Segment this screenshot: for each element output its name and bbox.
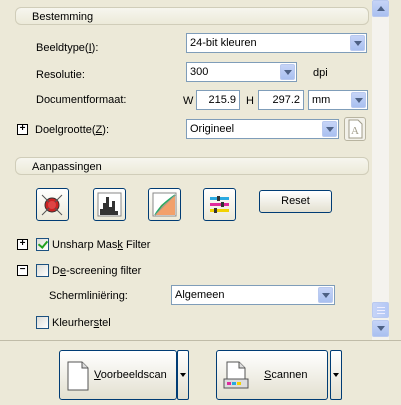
- schermliniering-select[interactable]: Algemeen: [171, 285, 335, 305]
- width-field[interactable]: 215.9: [196, 90, 240, 110]
- height-field[interactable]: 297.2: [258, 90, 304, 110]
- chevron-down-icon[interactable]: [322, 121, 337, 137]
- scroll-thumb[interactable]: [372, 302, 389, 318]
- section-bestemming-label: Bestemming: [32, 11, 94, 23]
- unit-select[interactable]: mm: [308, 90, 368, 110]
- beeldtype-select[interactable]: 24-bit kleuren: [186, 33, 367, 53]
- schermliniering-label: Schermliniëring:: [49, 290, 128, 302]
- width-label: W: [183, 95, 194, 107]
- text-orientation-button[interactable]: A: [344, 117, 366, 141]
- reset-button[interactable]: Reset: [259, 190, 332, 213]
- page-a-icon: A: [348, 119, 363, 139]
- descreening-collapse-icon[interactable]: −: [17, 265, 28, 276]
- bottom-bar: Voorbeeldscan Scannen: [0, 340, 401, 405]
- scan-menu-button[interactable]: [330, 350, 342, 400]
- resolutie-unit: dpi: [313, 67, 328, 79]
- histogram-icon: [97, 192, 122, 217]
- unsharp-expand-icon[interactable]: +: [17, 239, 28, 250]
- scroll-down-icon[interactable]: [372, 320, 389, 337]
- resolutie-select[interactable]: 300: [186, 62, 297, 82]
- descreening-label: De-screening filter: [52, 265, 142, 277]
- chevron-down-icon[interactable]: [280, 64, 295, 80]
- scanner-icon: [223, 361, 249, 389]
- scan-button[interactable]: Scannen: [216, 350, 328, 400]
- doelgrootte-label: Doelgrootte(Z):: [35, 124, 110, 136]
- height-label: H: [246, 95, 254, 107]
- histogram-button[interactable]: [93, 188, 126, 221]
- unsharp-label: Unsharp Mask Filter: [52, 239, 151, 251]
- preview-menu-button[interactable]: [177, 350, 189, 400]
- color-balance-button[interactable]: [203, 188, 236, 221]
- unsharp-checkbox[interactable]: [36, 238, 49, 251]
- settings-panel: Bestemming Beeldtype(I): 24-bit kleuren …: [0, 0, 372, 340]
- kleurherstel-checkbox[interactable]: [36, 316, 49, 329]
- tone-curve-icon: [152, 192, 177, 217]
- auto-exposure-icon: [41, 194, 63, 216]
- section-aanpassingen-label: Aanpassingen: [32, 161, 102, 173]
- preview-label: Voorbeeldscan: [94, 369, 167, 381]
- svg-text:A: A: [351, 125, 359, 137]
- tone-curve-button[interactable]: [148, 188, 181, 221]
- color-balance-icon: [210, 196, 229, 213]
- scan-label: Scannen: [264, 369, 308, 381]
- document-icon: [67, 361, 89, 391]
- section-bestemming[interactable]: Bestemming: [15, 7, 369, 25]
- section-aanpassingen[interactable]: Aanpassingen: [15, 157, 369, 175]
- beeldtype-label: Beeldtype(I):: [36, 42, 99, 54]
- documentformaat-label: Documentformaat:: [36, 94, 127, 106]
- doelgrootte-select[interactable]: Origineel: [186, 119, 339, 139]
- chevron-down-icon[interactable]: [351, 92, 366, 108]
- scroll-up-icon[interactable]: [372, 0, 389, 17]
- doelgrootte-expand-icon[interactable]: +: [17, 124, 28, 135]
- descreening-checkbox[interactable]: [36, 264, 49, 277]
- auto-exposure-button[interactable]: [36, 188, 69, 221]
- vertical-scrollbar[interactable]: [372, 0, 389, 340]
- chevron-down-icon[interactable]: [350, 35, 365, 51]
- resolutie-label: Resolutie:: [36, 69, 85, 81]
- kleurherstel-label: Kleurherstel: [52, 317, 111, 329]
- chevron-down-icon[interactable]: [318, 287, 333, 303]
- preview-button[interactable]: Voorbeeldscan: [59, 350, 177, 400]
